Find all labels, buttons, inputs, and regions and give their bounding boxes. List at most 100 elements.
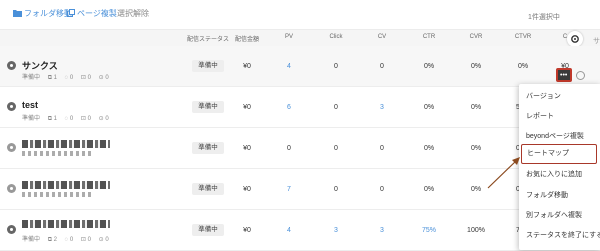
cell-amount: ¥0	[243, 227, 251, 234]
cell-cvr: 0%	[470, 104, 482, 111]
gear-icon	[571, 35, 579, 43]
page-name[interactable]: test	[22, 100, 38, 110]
col-header-cvr[interactable]: CVR	[470, 34, 483, 40]
table-row[interactable]: 準備中 ¥0 0 0 0 0% 0% 0	[0, 128, 600, 169]
more-icon: •••	[560, 72, 568, 79]
folder-icon	[13, 10, 22, 17]
row-select-radio[interactable]	[7, 102, 16, 111]
meta-pages: ⧉ 1	[47, 75, 57, 81]
row-more-button[interactable]: •••	[556, 68, 572, 82]
cell-pv[interactable]: 6	[287, 104, 291, 111]
cell-ctr: 0%	[423, 63, 435, 70]
cell-amount: ¥0	[243, 186, 251, 193]
table-row[interactable]: サンクス 準備中 ⧉ 1 ◌ 0 ⊡ 0 ⊙ 0 準備中 ¥0 4 0 0 0%…	[0, 46, 600, 87]
row-settings-icon[interactable]	[576, 71, 585, 80]
cell-cv: 0	[380, 63, 384, 70]
cell-ctr[interactable]: 75%	[422, 227, 436, 234]
menu-item-move-folder[interactable]: フォルダ移動	[526, 190, 568, 200]
cell-pv[interactable]: 7	[287, 186, 291, 193]
menu-item-report[interactable]: レポート	[526, 111, 554, 121]
status-badge: 準備中	[192, 183, 224, 195]
row-meta: 準備中 ⧉ 1 ◌ 0 ⊡ 0 ⊙ 0	[22, 72, 115, 82]
col-header-click[interactable]: Click	[330, 34, 343, 40]
cell-pv[interactable]: 4	[287, 63, 291, 70]
status-badge: 準備中	[192, 224, 224, 236]
meta-clicks: ⊙ 0	[98, 75, 109, 81]
col-header-amount[interactable]: 配信金額	[235, 34, 259, 43]
row-context-menu: バージョン レポート beyondページ複製 ヒートマップ お気に入りに追加 フ…	[519, 84, 600, 250]
status-badge: 準備中	[192, 142, 224, 154]
menu-item-copy-to-folder[interactable]: 別フォルダへ複製	[526, 210, 582, 220]
deselect-link[interactable]: 選択解除	[117, 9, 149, 19]
redacted-name	[22, 140, 110, 148]
col-header-ctvr[interactable]: CTVR	[515, 34, 531, 40]
menu-item-heatmap[interactable]: ヒートマップ	[521, 144, 597, 164]
selected-count: 1件選択中	[528, 14, 560, 21]
copy-page-link[interactable]: ページ複製	[67, 9, 117, 19]
move-folder-link[interactable]: フォルダ移動	[13, 9, 72, 19]
menu-item-duplicate-page[interactable]: beyondページ複製	[526, 131, 584, 141]
meta-wifi: ◌ 0	[64, 75, 74, 81]
cell-cv: 0	[380, 145, 384, 152]
row-select-radio[interactable]	[7, 184, 16, 193]
cell-cvr: 0%	[470, 63, 482, 70]
table-row[interactable]: test 準備中 ⧉ 1 ◌ 0 ⊡ 0 ⊙ 0 準備中 ¥0 6 0 3 0%…	[0, 87, 600, 128]
cell-click: 0	[334, 145, 338, 152]
meta-pages: ⧉ 2	[47, 237, 57, 243]
meta-wifi: ◌ 0	[64, 237, 74, 243]
cell-cvr: 0%	[470, 145, 482, 152]
row-meta: 準備中 ⧉ 1 ◌ 0 ⊡ 0 ⊙ 0	[22, 113, 115, 123]
status-badge: 準備中	[192, 101, 224, 113]
meta-status: 準備中	[22, 237, 41, 243]
column-settings-button[interactable]	[567, 31, 583, 47]
col-header-pv[interactable]: PV	[285, 34, 293, 40]
table-row[interactable]: 準備中 ⧉ 2 ◌ 0 ⊡ 0 ⊙ 0 準備中 ¥0 4 3 3 75% 100…	[0, 210, 600, 251]
cell-ctr: 0%	[423, 145, 435, 152]
copy-icon	[67, 9, 75, 17]
col-header-status[interactable]: 配信ステータス	[187, 34, 229, 43]
row-meta: 準備中 ⧉ 2 ◌ 0 ⊡ 0 ⊙ 0	[22, 234, 115, 244]
col-header-cv[interactable]: CV	[378, 34, 386, 40]
redacted-meta	[22, 151, 92, 156]
cell-cvr: 100%	[467, 227, 485, 234]
table-row[interactable]: 準備中 ¥0 7 0 0 0% 0% 0	[0, 169, 600, 210]
cell-ctr: 0%	[423, 104, 435, 111]
cell-click[interactable]: 3	[334, 227, 338, 234]
page-name[interactable]: サンクス	[22, 59, 58, 72]
status-badge: 準備中	[192, 60, 224, 72]
cell-cvr: 0%	[470, 186, 482, 193]
meta-links: ⊡ 0	[80, 116, 91, 122]
copy-page-label: ページ複製	[77, 9, 117, 18]
meta-links: ⊡ 0	[80, 75, 91, 81]
meta-status: 準備中	[22, 75, 41, 81]
cell-pv[interactable]: 4	[287, 227, 291, 234]
cell-cv[interactable]: 3	[380, 227, 384, 234]
menu-item-version[interactable]: バージョン	[526, 91, 561, 101]
meta-pages: ⧉ 1	[47, 116, 57, 122]
move-folder-label: フォルダ移動	[24, 9, 72, 18]
table-header: 配信ステータス 配信金額 PV Click CV CTR CVR CTVR C	[0, 29, 600, 47]
meta-links: ⊡ 0	[80, 237, 91, 243]
row-select-radio[interactable]	[7, 61, 16, 70]
cell-amount: ¥0	[243, 63, 251, 70]
cell-cv[interactable]: 3	[380, 104, 384, 111]
meta-clicks: ⊙ 0	[98, 116, 109, 122]
cell-ctvr: 0%	[517, 63, 529, 70]
right-edge-text-top: サ	[593, 38, 600, 45]
row-select-radio[interactable]	[7, 225, 16, 234]
menu-item-end-status[interactable]: ステータスを終了にする	[526, 230, 600, 240]
meta-clicks: ⊙ 0	[98, 237, 109, 243]
menu-item-add-favorite[interactable]: お気に入りに追加	[526, 169, 582, 179]
cell-click: 0	[334, 104, 338, 111]
cell-click: 0	[334, 186, 338, 193]
cell-amount: ¥0	[243, 104, 251, 111]
cell-ctr: 0%	[423, 186, 435, 193]
meta-wifi: ◌ 0	[64, 116, 74, 122]
redacted-meta	[22, 192, 92, 197]
col-header-ctr[interactable]: CTR	[423, 34, 435, 40]
bulk-action-toolbar: フォルダ移動 ページ複製 選択解除 1件選択中	[0, 0, 600, 28]
row-select-radio[interactable]	[7, 143, 16, 152]
meta-status: 準備中	[22, 116, 41, 122]
cell-pv: 0	[287, 145, 291, 152]
cell-click: 0	[334, 63, 338, 70]
